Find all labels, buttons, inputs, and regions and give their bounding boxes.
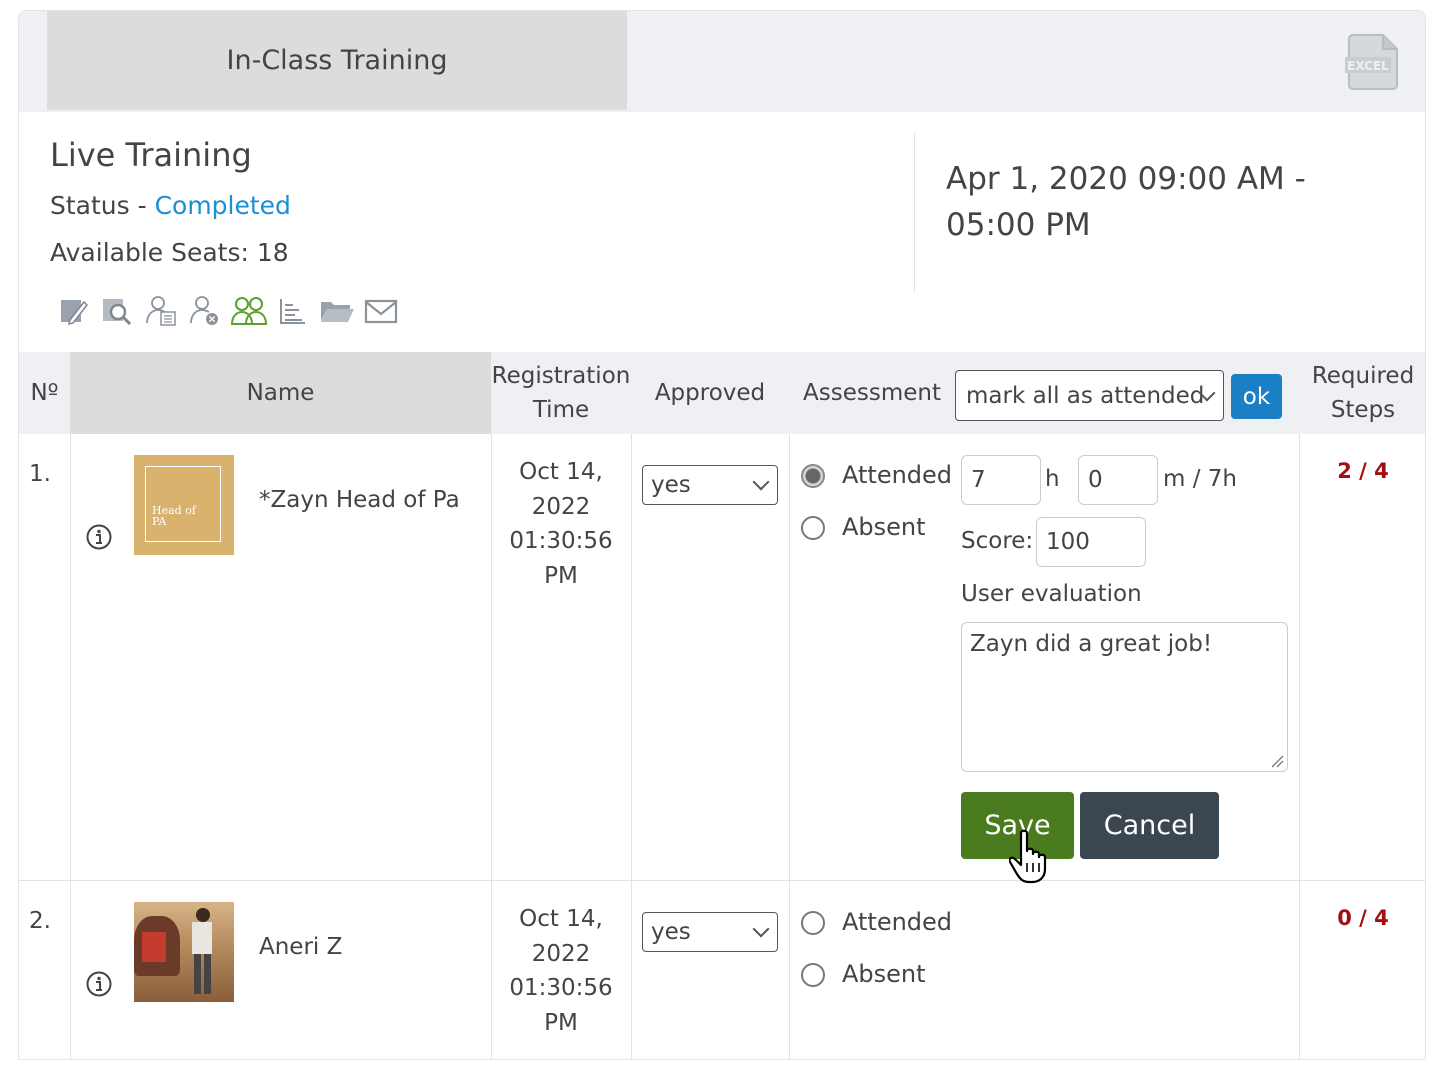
attended-radio[interactable] xyxy=(801,464,825,488)
grid-line xyxy=(631,434,632,1059)
avatar xyxy=(134,902,234,1002)
bulk-assessment-value: mark all as attended xyxy=(966,382,1205,409)
required-steps: 0 / 4 xyxy=(1337,906,1389,930)
bulk-ok-button[interactable]: ok xyxy=(1231,374,1282,419)
user-evaluation-textarea[interactable]: Zayn did a great job! xyxy=(961,622,1288,772)
registration-year: 2022 xyxy=(531,940,591,967)
absent-label: Absent xyxy=(842,513,926,541)
registration-ampm: PM xyxy=(544,562,578,589)
approved-value: yes xyxy=(651,919,691,945)
absent-radio[interactable] xyxy=(801,963,825,987)
status-value: Completed xyxy=(154,191,291,220)
user-list-icon[interactable] xyxy=(139,293,183,329)
edit-icon[interactable] xyxy=(51,293,95,329)
row-divider xyxy=(19,1059,1426,1060)
grid-line xyxy=(789,434,790,1059)
folder-icon[interactable] xyxy=(315,293,359,329)
available-seats: Available Seats: 18 xyxy=(50,238,289,267)
registration-clock: 01:30:56 xyxy=(509,975,613,1001)
cancel-button[interactable]: Cancel xyxy=(1080,792,1219,859)
col-name[interactable]: Name xyxy=(70,352,491,434)
minutes-input[interactable]: 0 xyxy=(1078,455,1158,505)
registration-year: 2022 xyxy=(531,493,591,520)
top-bar: In-Class Training EXCEL xyxy=(19,11,1425,112)
col-number: Nº xyxy=(30,380,59,406)
remove-user-icon[interactable] xyxy=(183,293,227,329)
approved-select[interactable]: yes xyxy=(642,912,778,952)
attended-radio[interactable] xyxy=(801,911,825,935)
hours-input[interactable]: 7 xyxy=(961,455,1041,505)
minutes-unit: m / 7h xyxy=(1163,466,1237,492)
tab-in-class-training[interactable]: In-Class Training xyxy=(47,11,627,110)
score-input[interactable]: 100 xyxy=(1036,517,1146,567)
bulk-assessment-select[interactable]: mark all as attended xyxy=(955,370,1224,421)
status-label: Status - xyxy=(50,191,155,220)
registration-time: Oct 14, 2022 01:30:56 PM xyxy=(491,902,631,1040)
required-steps: 2 / 4 xyxy=(1337,459,1389,483)
svg-text:EXCEL: EXCEL xyxy=(1347,59,1389,73)
report-icon[interactable] xyxy=(271,293,315,329)
avatar: Head of PA xyxy=(134,455,234,555)
session-title: Live Training xyxy=(50,136,252,174)
avatar-text: Head of PA xyxy=(152,504,196,528)
user-evaluation-label: User evaluation xyxy=(961,581,1142,607)
email-icon[interactable] xyxy=(359,293,403,329)
info-icon[interactable] xyxy=(86,971,112,1001)
approved-value: yes xyxy=(651,472,691,498)
session-toolbar xyxy=(51,293,403,329)
training-panel: In-Class Training EXCEL Live Training St… xyxy=(18,10,1426,1060)
attended-label: Attended xyxy=(842,461,953,489)
grid-line xyxy=(1299,434,1300,1059)
registration-time: Oct 14, 2022 01:30:56 PM xyxy=(491,455,631,593)
info-icon[interactable] xyxy=(86,524,112,554)
absent-radio[interactable] xyxy=(801,516,825,540)
excel-export-icon[interactable]: EXCEL xyxy=(1345,29,1405,91)
approved-select[interactable]: yes xyxy=(642,465,778,505)
info-divider xyxy=(914,133,915,293)
hand-cursor-icon xyxy=(1008,829,1057,889)
hours-unit: h xyxy=(1045,466,1060,492)
users-group-icon[interactable] xyxy=(227,293,271,329)
absent-label: Absent xyxy=(842,960,926,988)
col-assessment: Assessment xyxy=(803,380,941,406)
grid-line xyxy=(70,434,71,1059)
row-divider xyxy=(19,880,1425,881)
user-name[interactable]: Aneri Z xyxy=(259,934,342,960)
registration-date: Oct 14, xyxy=(519,459,603,485)
registration-ampm: PM xyxy=(544,1009,578,1036)
col-approved[interactable]: Approved xyxy=(631,352,789,434)
row-number: 1. xyxy=(29,461,51,487)
chevron-down-icon xyxy=(752,473,770,491)
user-name[interactable]: *Zayn Head of Pa xyxy=(259,487,460,513)
session-status: Status - Completed xyxy=(50,191,291,220)
col-registration-time[interactable]: Registration Time xyxy=(491,352,631,434)
user-evaluation-text: Zayn did a great job! xyxy=(970,631,1213,657)
score-label: Score: xyxy=(961,528,1034,554)
preview-icon[interactable] xyxy=(95,293,139,329)
row-number: 2. xyxy=(29,908,51,934)
chevron-down-icon xyxy=(752,920,770,938)
session-date-range: Apr 1, 2020 09:00 AM - 05:00 PM xyxy=(946,161,1306,243)
attended-label: Attended xyxy=(842,908,953,936)
col-required-steps: Required Steps xyxy=(1311,363,1415,423)
registration-clock: 01:30:56 xyxy=(509,528,613,554)
resize-handle-icon[interactable] xyxy=(1270,754,1284,768)
registration-date: Oct 14, xyxy=(519,906,603,932)
